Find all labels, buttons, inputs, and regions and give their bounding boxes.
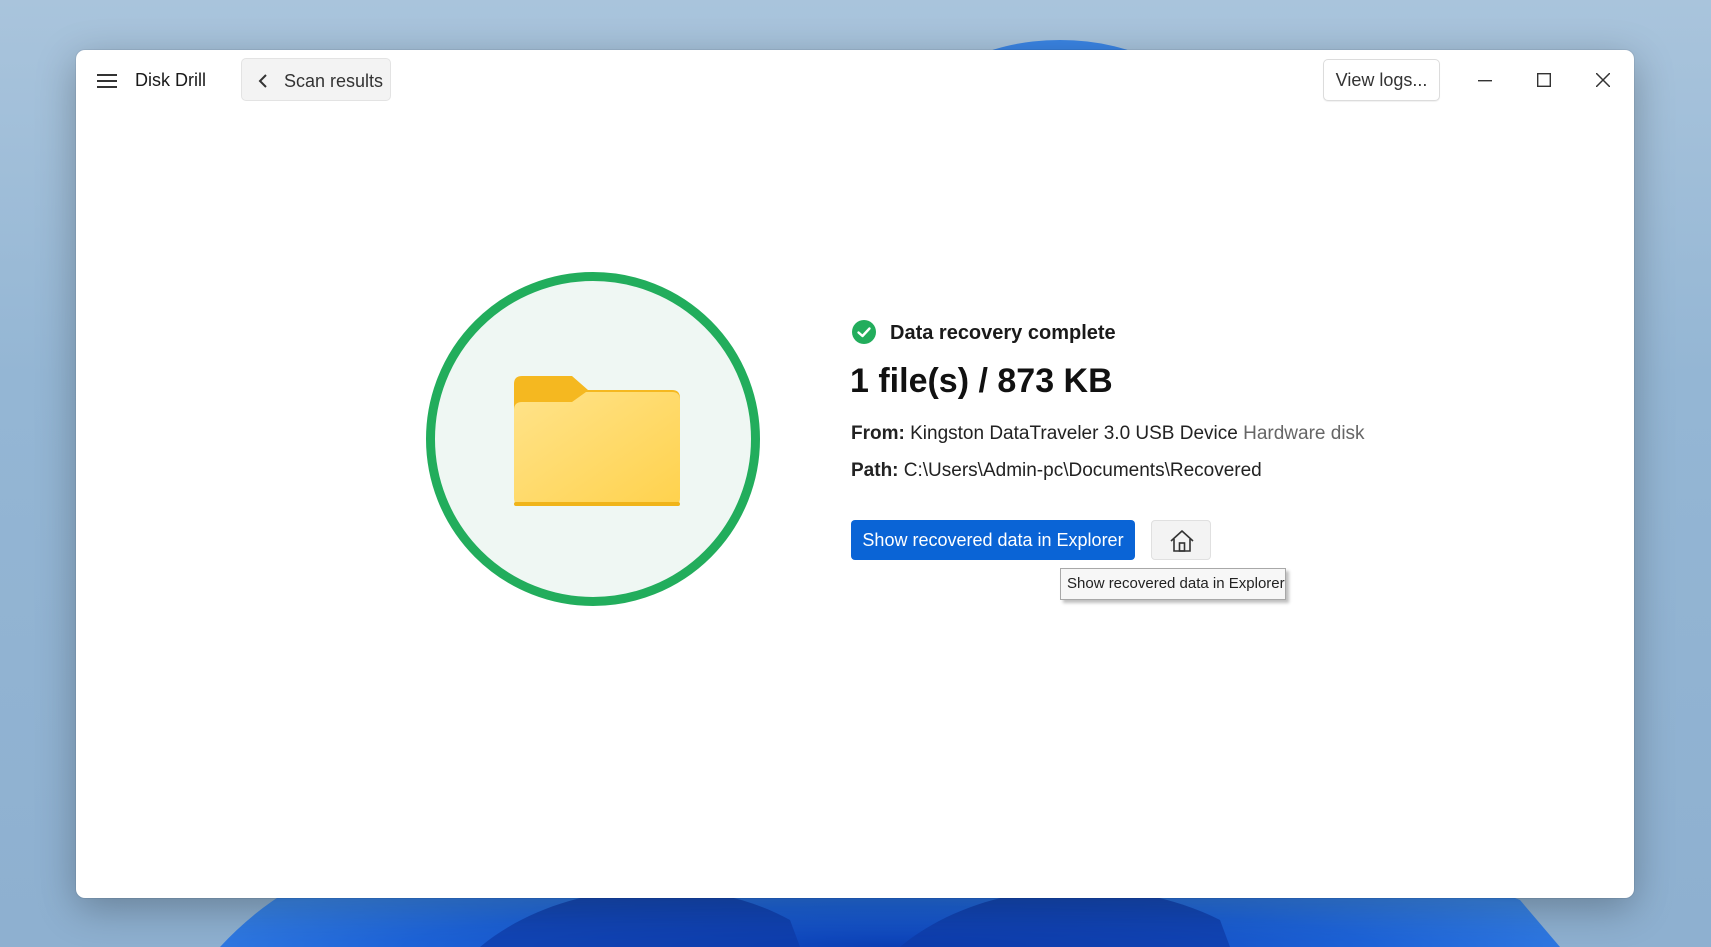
maximize-icon <box>1537 73 1551 87</box>
disk-drill-window: Disk Drill Scan results View logs... Dat… <box>76 50 1634 898</box>
source-type: Hardware disk <box>1243 423 1365 444</box>
recovery-illustration <box>426 272 760 606</box>
check-circle-icon <box>852 320 876 344</box>
chevron-left-icon <box>258 74 267 88</box>
status-text: Data recovery complete <box>890 322 1116 344</box>
app-title: Disk Drill <box>135 70 206 90</box>
minimize-button[interactable] <box>1462 60 1508 100</box>
source-device: Kingston DataTraveler 3.0 USB Device <box>910 423 1238 444</box>
back-button-label: Scan results <box>284 71 384 91</box>
menu-icon <box>97 74 117 88</box>
recovered-summary: 1 file(s) / 873 KB <box>850 362 1113 400</box>
view-logs-button[interactable]: View logs... <box>1323 59 1440 101</box>
close-button[interactable] <box>1580 60 1626 100</box>
destination-path: C:\Users\Admin-pc\Documents\Recovered <box>903 460 1262 481</box>
home-button[interactable] <box>1151 520 1211 560</box>
folder-icon <box>514 376 680 506</box>
from-label: From: <box>851 423 905 444</box>
home-icon <box>1170 530 1194 552</box>
back-to-scan-results-button[interactable]: Scan results <box>241 58 391 101</box>
tooltip: Show recovered data in Explorer <box>1060 568 1286 600</box>
close-icon <box>1596 73 1610 87</box>
maximize-button[interactable] <box>1521 60 1567 100</box>
destination-info: Path: C:\Users\Admin-pc\Documents\Recove… <box>851 460 1262 482</box>
minimize-icon <box>1478 80 1492 82</box>
show-in-explorer-button[interactable]: Show recovered data in Explorer <box>851 520 1135 560</box>
path-label: Path: <box>851 460 899 481</box>
source-info: From: Kingston DataTraveler 3.0 USB Devi… <box>851 423 1365 445</box>
menu-button[interactable] <box>90 64 124 98</box>
